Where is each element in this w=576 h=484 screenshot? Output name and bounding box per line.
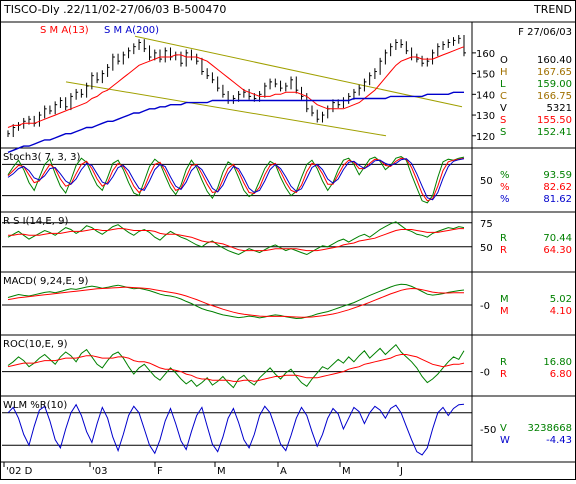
roc-series-line	[7, 354, 465, 382]
macd-readout-label: M	[500, 294, 509, 305]
price-ytick-label: 130	[476, 111, 495, 122]
roc-readout-value: 16.80	[543, 357, 572, 368]
macd-title: MACD( 9,24,E, 9)	[3, 276, 89, 287]
date-readout: F 27/06/03	[518, 27, 572, 38]
roc-readout-label: R	[500, 369, 507, 380]
rsi-title: R S I(14,E, 9)	[3, 216, 68, 227]
wlm-readout-value: -4.43	[546, 435, 572, 446]
technical-chart: TISCO-Dly .22/11/02-27/06/03 B-500470 TRE…	[0, 0, 576, 480]
wlm-readout-value: 3238668	[527, 423, 572, 434]
wlm-series-line	[7, 403, 465, 456]
x-tick-label: M	[217, 466, 226, 477]
readout-label: S	[500, 115, 506, 126]
rsi-ytick-label: 50	[480, 243, 493, 254]
header-title: TISCO-Dly .22/11/02-27/06/03 B-500470	[3, 3, 226, 16]
chart-svg: TISCO-Dly .22/11/02-27/06/03 B-500470 TRE…	[0, 0, 576, 480]
stoch-readout-value: 81.62	[543, 194, 572, 205]
price-ytick-label: 160	[476, 49, 495, 60]
trend-label: TREND	[533, 3, 572, 16]
macd-readout-label: M	[500, 306, 509, 317]
readout-label: C	[500, 91, 507, 102]
x-tick-label: F	[157, 466, 163, 477]
readout-value: 152.41	[537, 127, 572, 138]
sma13-line	[7, 46, 465, 128]
readout-label: H	[500, 67, 508, 78]
stoch-readout-label: %	[500, 182, 510, 193]
legend-sma13: S M A(13)	[40, 25, 89, 36]
rsi-readout-value: 70.44	[543, 233, 572, 244]
readout-label: L	[500, 79, 506, 90]
price-ytick-label: 150	[476, 70, 495, 81]
macd-readout-value: 5.02	[550, 294, 572, 305]
readout-label: V	[500, 103, 507, 114]
x-tick-label: M	[342, 466, 351, 477]
rsi-readout-label: R	[500, 233, 507, 244]
readout-value: 159.00	[537, 79, 572, 90]
legend-sma200: S M A(200)	[104, 25, 159, 36]
stoch-readout-label: %	[500, 194, 510, 205]
readout-value: 160.40	[537, 55, 572, 66]
wlm-title: WLM %R(10)	[3, 400, 67, 411]
x-tick-label: J	[399, 466, 403, 477]
roc-ytick-label: -0	[480, 368, 490, 379]
price-ytick-label: 120	[476, 132, 495, 143]
rsi-ytick-label: 75	[480, 219, 493, 230]
stoch-readout-value: 93.59	[543, 170, 572, 181]
macd-readout-value: 4.10	[550, 306, 572, 317]
stoch-title: Stoch3( 7, 3, 3)	[3, 152, 80, 163]
wlm-readout-label: V	[500, 423, 507, 434]
x-tick-label: A	[280, 466, 287, 477]
readout-value: 167.65	[537, 67, 572, 78]
rsi-readout-label: R	[500, 245, 507, 256]
wlm-readout-label: W	[500, 435, 510, 446]
roc-readout-value: 6.80	[550, 369, 572, 380]
price-ytick-label: 140	[476, 90, 495, 101]
roc-title: ROC(10,E, 9)	[3, 339, 68, 350]
roc-readout-label: R	[500, 357, 507, 368]
macd-series-line	[7, 283, 465, 320]
sma200-line	[7, 91, 464, 154]
x-tick-label: '03	[92, 466, 107, 477]
wlm-ytick-label: -50	[480, 425, 496, 436]
readout-label: O	[500, 55, 508, 66]
readout-value: 155.50	[537, 115, 572, 126]
stoch-readout-value: 82.62	[543, 182, 572, 193]
rsi-series-line	[7, 221, 465, 256]
readout-value: 166.75	[537, 91, 572, 102]
stoch-readout-label: %	[500, 170, 510, 181]
stoch-ytick-label: 50	[480, 176, 493, 187]
macd-ytick-label: -0	[480, 301, 490, 312]
macd-series-line	[7, 286, 464, 318]
x-tick-label: '02 D	[6, 466, 33, 477]
readout-value: 5321	[547, 103, 572, 114]
readout-label: S	[500, 127, 506, 138]
rsi-readout-value: 64.30	[543, 245, 572, 256]
